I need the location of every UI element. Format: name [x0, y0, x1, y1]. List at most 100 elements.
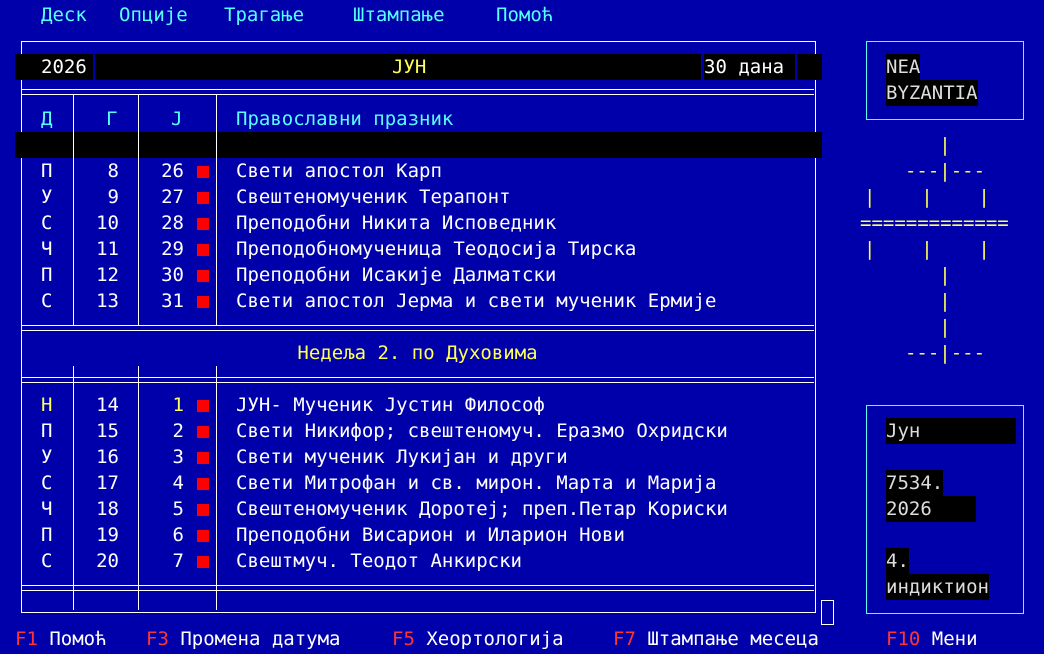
info-month: Јун: [886, 418, 1016, 444]
row-feast: Преподобни Никита Исповедник: [236, 212, 557, 234]
row-feast: Свештеномученик Терапонт: [236, 186, 511, 208]
feast-marker-icon: [197, 400, 209, 412]
fkey-menu[interactable]: F10 Мени: [886, 626, 978, 652]
cross-line: ---|---: [904, 342, 986, 364]
feast-marker-icon: [197, 452, 209, 464]
logo-line-1: NEA: [886, 54, 921, 80]
row-julian: 29: [161, 238, 184, 260]
row-julian: 30: [161, 264, 184, 286]
header-gap-right: [701, 54, 704, 80]
row-day: С: [41, 550, 53, 572]
header-gap-end: [795, 54, 797, 80]
fkey-label: F10: [886, 628, 921, 650]
menu-desk[interactable]: Деск: [41, 2, 87, 28]
row-feast: Преподобномученица Теодосија Тирска: [236, 238, 637, 260]
scrollbar-thumb[interactable]: [821, 600, 834, 625]
row-gregorian: 9: [107, 186, 119, 208]
feast-marker-icon: [197, 426, 209, 438]
info-year: 2026: [886, 496, 976, 522]
row-gregorian: 13: [96, 290, 119, 312]
feast-marker-icon: [197, 296, 209, 308]
fkey-label: F5: [392, 628, 415, 650]
feast-marker-icon: [197, 504, 209, 516]
row-julian: 31: [161, 290, 184, 312]
fkey-change-date[interactable]: F3 Промена датума: [146, 626, 341, 652]
col-line-3: [216, 94, 217, 326]
menu-help[interactable]: Помоћ: [496, 2, 553, 28]
fkey-print-month[interactable]: F7 Штампање месеца: [613, 626, 819, 652]
cross-line: =============: [860, 212, 1009, 234]
row-gregorian: 16: [96, 446, 119, 468]
row-day: Н: [41, 394, 53, 416]
feast-marker-icon: [197, 530, 209, 542]
row-day: П: [41, 160, 53, 182]
week-title: Недеља 2. по Духовима: [297, 342, 538, 364]
row-day: У: [41, 446, 53, 468]
row-feast: Свети мученик Лукијан и други: [236, 446, 568, 468]
row-julian: 6: [172, 524, 184, 546]
column-separator-bar: [15, 132, 822, 158]
row-feast: Свети апостол Карп: [236, 160, 442, 182]
col-header-day: Д: [41, 108, 53, 130]
row-feast: Свештмуч. Теодот Анкирски: [236, 550, 522, 572]
col-header-feast: Православни празник: [236, 108, 454, 130]
feast-marker-icon: [197, 556, 209, 568]
cross-line: |: [939, 264, 951, 286]
row-day: С: [41, 212, 53, 234]
header-year: 2026: [41, 56, 87, 78]
col-line-3b: [216, 366, 217, 610]
row-feast: Преподобни Исакије Далматски: [236, 264, 557, 286]
row-feast: Свети Никифор; свештеномуч. Еразмо Охрид…: [236, 420, 728, 442]
row-gregorian: 10: [96, 212, 119, 234]
header-month: ЈУН: [392, 56, 427, 78]
fkey-text: Мени: [931, 628, 978, 650]
col-line-2b: [138, 366, 139, 610]
feast-marker-icon: [197, 478, 209, 490]
menu-search[interactable]: Трагање: [224, 2, 304, 28]
fkey-help[interactable]: F1 Помоћ: [15, 626, 107, 652]
fkey-label: F3: [146, 628, 169, 650]
row-feast: Свети Митрофан и св. мирон. Марта и Мари…: [236, 472, 717, 494]
feast-marker-icon: [197, 270, 209, 282]
row-day: У: [41, 186, 53, 208]
row-day: П: [41, 264, 53, 286]
row-feast: Преподобни Висарион и Иларион Нови: [236, 524, 625, 546]
row-julian: 2: [172, 420, 184, 442]
col-header-julian: Ј: [171, 108, 183, 130]
row-day: Ч: [41, 238, 53, 260]
fkey-text: Помоћ: [49, 628, 107, 650]
cross-line: |: [939, 290, 951, 312]
fkey-text: Хеортологија: [426, 628, 564, 650]
info-indiction-number: 4.: [886, 548, 909, 574]
fkey-text: Штампање месеца: [647, 628, 819, 650]
row-day: С: [41, 290, 53, 312]
row-day: С: [41, 472, 53, 494]
header-gap-left: [93, 54, 95, 80]
row-julian: 1: [172, 394, 184, 416]
row-julian: 28: [161, 212, 184, 234]
col-line-2: [138, 94, 139, 326]
menu-print[interactable]: Штампање: [353, 2, 445, 28]
fkey-label: F7: [613, 628, 636, 650]
cross-line: | | |: [864, 238, 990, 260]
row-julian: 3: [172, 446, 184, 468]
feast-marker-icon: [197, 244, 209, 256]
row-gregorian: 15: [96, 420, 119, 442]
col-line-1b: [73, 366, 74, 610]
row-feast: Свештеномученик Доротеј; преп.Петар Кори…: [236, 498, 728, 520]
info-world-year: 7534.: [886, 470, 944, 496]
feast-marker-icon: [197, 192, 209, 204]
cross-line: |: [939, 134, 951, 156]
fkey-text: Промена датума: [180, 628, 341, 650]
info-indiction-label: индиктион: [886, 574, 989, 600]
col-header-gregorian: Г: [106, 108, 118, 130]
row-gregorian: 14: [96, 394, 119, 416]
row-gregorian: 8: [107, 160, 119, 182]
row-julian: 4: [172, 472, 184, 494]
menu-options[interactable]: Опције: [119, 2, 188, 28]
row-day: П: [41, 524, 53, 546]
row-feast: Свети апостол Јерма и свети мученик Ерми…: [236, 290, 717, 312]
week1-divider: [21, 325, 814, 331]
fkey-heortology[interactable]: F5 Хеортологија: [392, 626, 564, 652]
col-line-1: [73, 94, 74, 326]
